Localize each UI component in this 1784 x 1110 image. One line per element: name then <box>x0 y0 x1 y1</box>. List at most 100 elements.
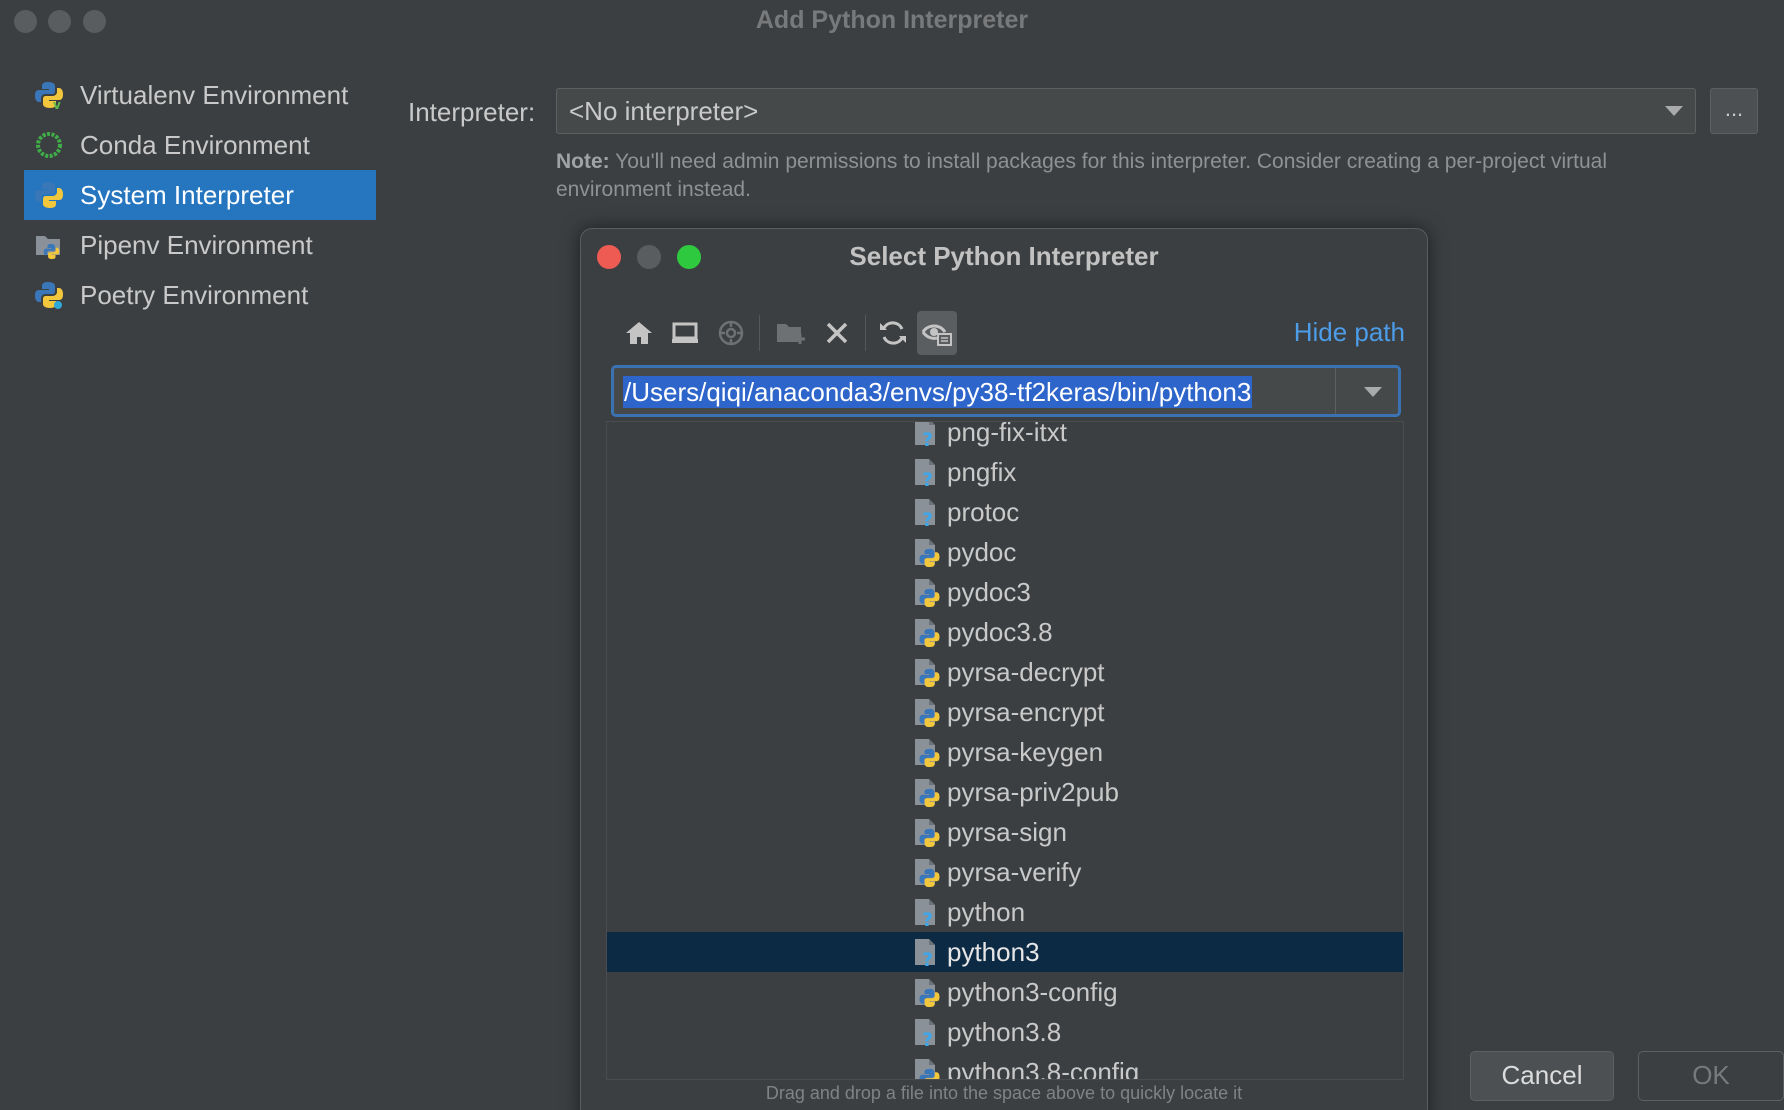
path-input[interactable]: /Users/qiqi/anaconda3/envs/py38-tf2keras… <box>611 365 1401 417</box>
file-name: pyrsa-decrypt <box>947 657 1105 687</box>
svg-text:?: ? <box>922 429 933 447</box>
file-row[interactable]: ? png-fix-itxt <box>607 422 1403 452</box>
file-row[interactable]: ? python3 <box>607 932 1403 972</box>
file-row[interactable]: pydoc3 <box>607 572 1403 612</box>
file-row[interactable]: pydoc3.8 <box>607 612 1403 652</box>
file-row[interactable]: pyrsa-keygen <box>607 732 1403 772</box>
svg-text:v: v <box>53 98 61 110</box>
window-title: Add Python Interpreter <box>755 6 1029 34</box>
file-row[interactable]: python3.8-config <box>607 1052 1403 1080</box>
file-row[interactable]: ? protoc <box>607 492 1403 532</box>
svg-text:?: ? <box>922 1029 933 1047</box>
toolbar-separator <box>759 315 760 351</box>
interpreter-label: Interpreter: <box>408 97 536 127</box>
new-folder-button[interactable] <box>771 311 811 355</box>
file-name: pyrsa-keygen <box>947 737 1104 767</box>
sidebar-item-pipenv[interactable]: Pipenv Environment <box>24 220 376 270</box>
sidebar-item-conda[interactable]: Conda Environment <box>24 120 376 170</box>
file-chooser-toolbar <box>619 311 1399 355</box>
chevron-down-icon[interactable] <box>1364 387 1382 397</box>
python-file-icon <box>912 617 940 648</box>
file-name: pyrsa-sign <box>947 817 1067 847</box>
project-button[interactable] <box>711 311 751 355</box>
environment-type-list: v Virtualenv Environment Conda Environme… <box>24 70 376 320</box>
file-row[interactable]: pyrsa-priv2pub <box>607 772 1403 812</box>
sidebar-item-label: Conda Environment <box>80 129 310 160</box>
python-icon <box>35 182 63 208</box>
dialog-title: Select Python Interpreter <box>849 241 1159 271</box>
sidebar-item-virtualenv[interactable]: v Virtualenv Environment <box>24 70 376 120</box>
python-file-icon <box>912 657 940 688</box>
file-row[interactable]: pyrsa-verify <box>607 852 1403 892</box>
python-file-icon <box>912 537 940 568</box>
interpreter-combobox[interactable]: <No interpreter> <box>556 88 1696 134</box>
file-name: python3.8 <box>947 1017 1062 1047</box>
browse-interpreter-button[interactable]: ... <box>1710 88 1758 134</box>
python-file-icon <box>912 577 940 608</box>
new-folder-icon <box>777 324 805 344</box>
file-row[interactable]: ? pngfix <box>607 452 1403 492</box>
sidebar-item-label: Virtualenv Environment <box>80 79 349 110</box>
file-name: python3-config <box>947 977 1118 1007</box>
hide-path-link[interactable]: Hide path <box>1294 317 1405 348</box>
svg-text:?: ? <box>922 509 933 527</box>
cancel-button[interactable]: Cancel <box>1470 1051 1614 1101</box>
file-name: protoc <box>947 497 1020 527</box>
admin-permissions-note: Note: You'll need admin permissions to i… <box>556 148 1706 204</box>
file-row[interactable]: pydoc <box>607 532 1403 572</box>
delete-button[interactable] <box>817 311 857 355</box>
chevron-down-icon <box>1665 106 1683 116</box>
svg-text:?: ? <box>922 469 933 487</box>
show-hidden-files-toggle[interactable] <box>917 311 957 355</box>
sidebar-item-label: Pipenv Environment <box>80 229 313 260</box>
drag-drop-hint: Drag and drop a file into the space abov… <box>765 1083 1243 1103</box>
interpreter-value: <No interpreter> <box>569 96 759 126</box>
file-row[interactable]: pyrsa-decrypt <box>607 652 1403 692</box>
add-python-interpreter-window: Add Python Interpreter v Virtualenv Envi… <box>0 0 1784 1110</box>
sidebar-item-label: Poetry Environment <box>80 279 309 310</box>
desktop-icon <box>672 322 698 343</box>
python-file-icon <box>912 857 940 888</box>
file-name: pyrsa-verify <box>947 857 1082 887</box>
python-file-icon <box>912 817 940 848</box>
python-file-icon <box>912 1057 940 1079</box>
file-name: pngfix <box>947 457 1017 487</box>
file-name: pydoc3 <box>947 577 1031 607</box>
file-row[interactable]: ? python <box>607 892 1403 932</box>
refresh-button[interactable] <box>873 311 913 355</box>
file-row[interactable]: pyrsa-encrypt <box>607 692 1403 732</box>
file-name: pyrsa-encrypt <box>947 697 1105 727</box>
file-name: pydoc <box>947 537 1017 567</box>
pipenv-folder-icon <box>36 236 60 260</box>
home-icon <box>626 322 652 344</box>
toolbar-separator <box>865 315 866 351</box>
file-name: pydoc3.8 <box>947 617 1053 647</box>
file-tree[interactable]: ? png-fix-itxt? pngfix? protoc pydoc pydoc3 py… <box>606 421 1404 1080</box>
note-label: Note: <box>556 150 610 173</box>
unknown-file-icon: ? <box>912 1017 940 1051</box>
file-name: pyrsa-priv2pub <box>947 777 1119 807</box>
svg-text:?: ? <box>922 949 933 967</box>
show-hidden-icon <box>921 324 952 346</box>
home-button[interactable] <box>619 311 659 355</box>
refresh-icon <box>880 321 906 345</box>
sidebar-item-system-interpreter[interactable]: System Interpreter <box>24 170 376 220</box>
sidebar-item-label: System Interpreter <box>80 179 294 210</box>
project-target-icon <box>718 320 744 346</box>
file-name: python3 <box>947 937 1040 967</box>
delete-icon <box>826 322 848 344</box>
file-row[interactable]: pyrsa-sign <box>607 812 1403 852</box>
path-dropdown-divider <box>1335 368 1336 414</box>
file-name: python3.8-config <box>947 1057 1140 1080</box>
ok-button[interactable]: OK <box>1638 1051 1784 1101</box>
conda-ring-icon <box>36 132 62 158</box>
file-name: python <box>947 897 1026 927</box>
sidebar-item-poetry[interactable]: Poetry Environment <box>24 270 376 320</box>
file-row[interactable]: ? python3.8 <box>607 1012 1403 1052</box>
desktop-button[interactable] <box>665 311 705 355</box>
python-file-icon <box>912 697 940 728</box>
title-bar: Add Python Interpreter <box>0 0 1784 44</box>
python-file-icon <box>912 777 940 808</box>
path-input-value[interactable]: /Users/qiqi/anaconda3/envs/py38-tf2keras… <box>623 376 1253 408</box>
file-row[interactable]: python3-config <box>607 972 1403 1012</box>
